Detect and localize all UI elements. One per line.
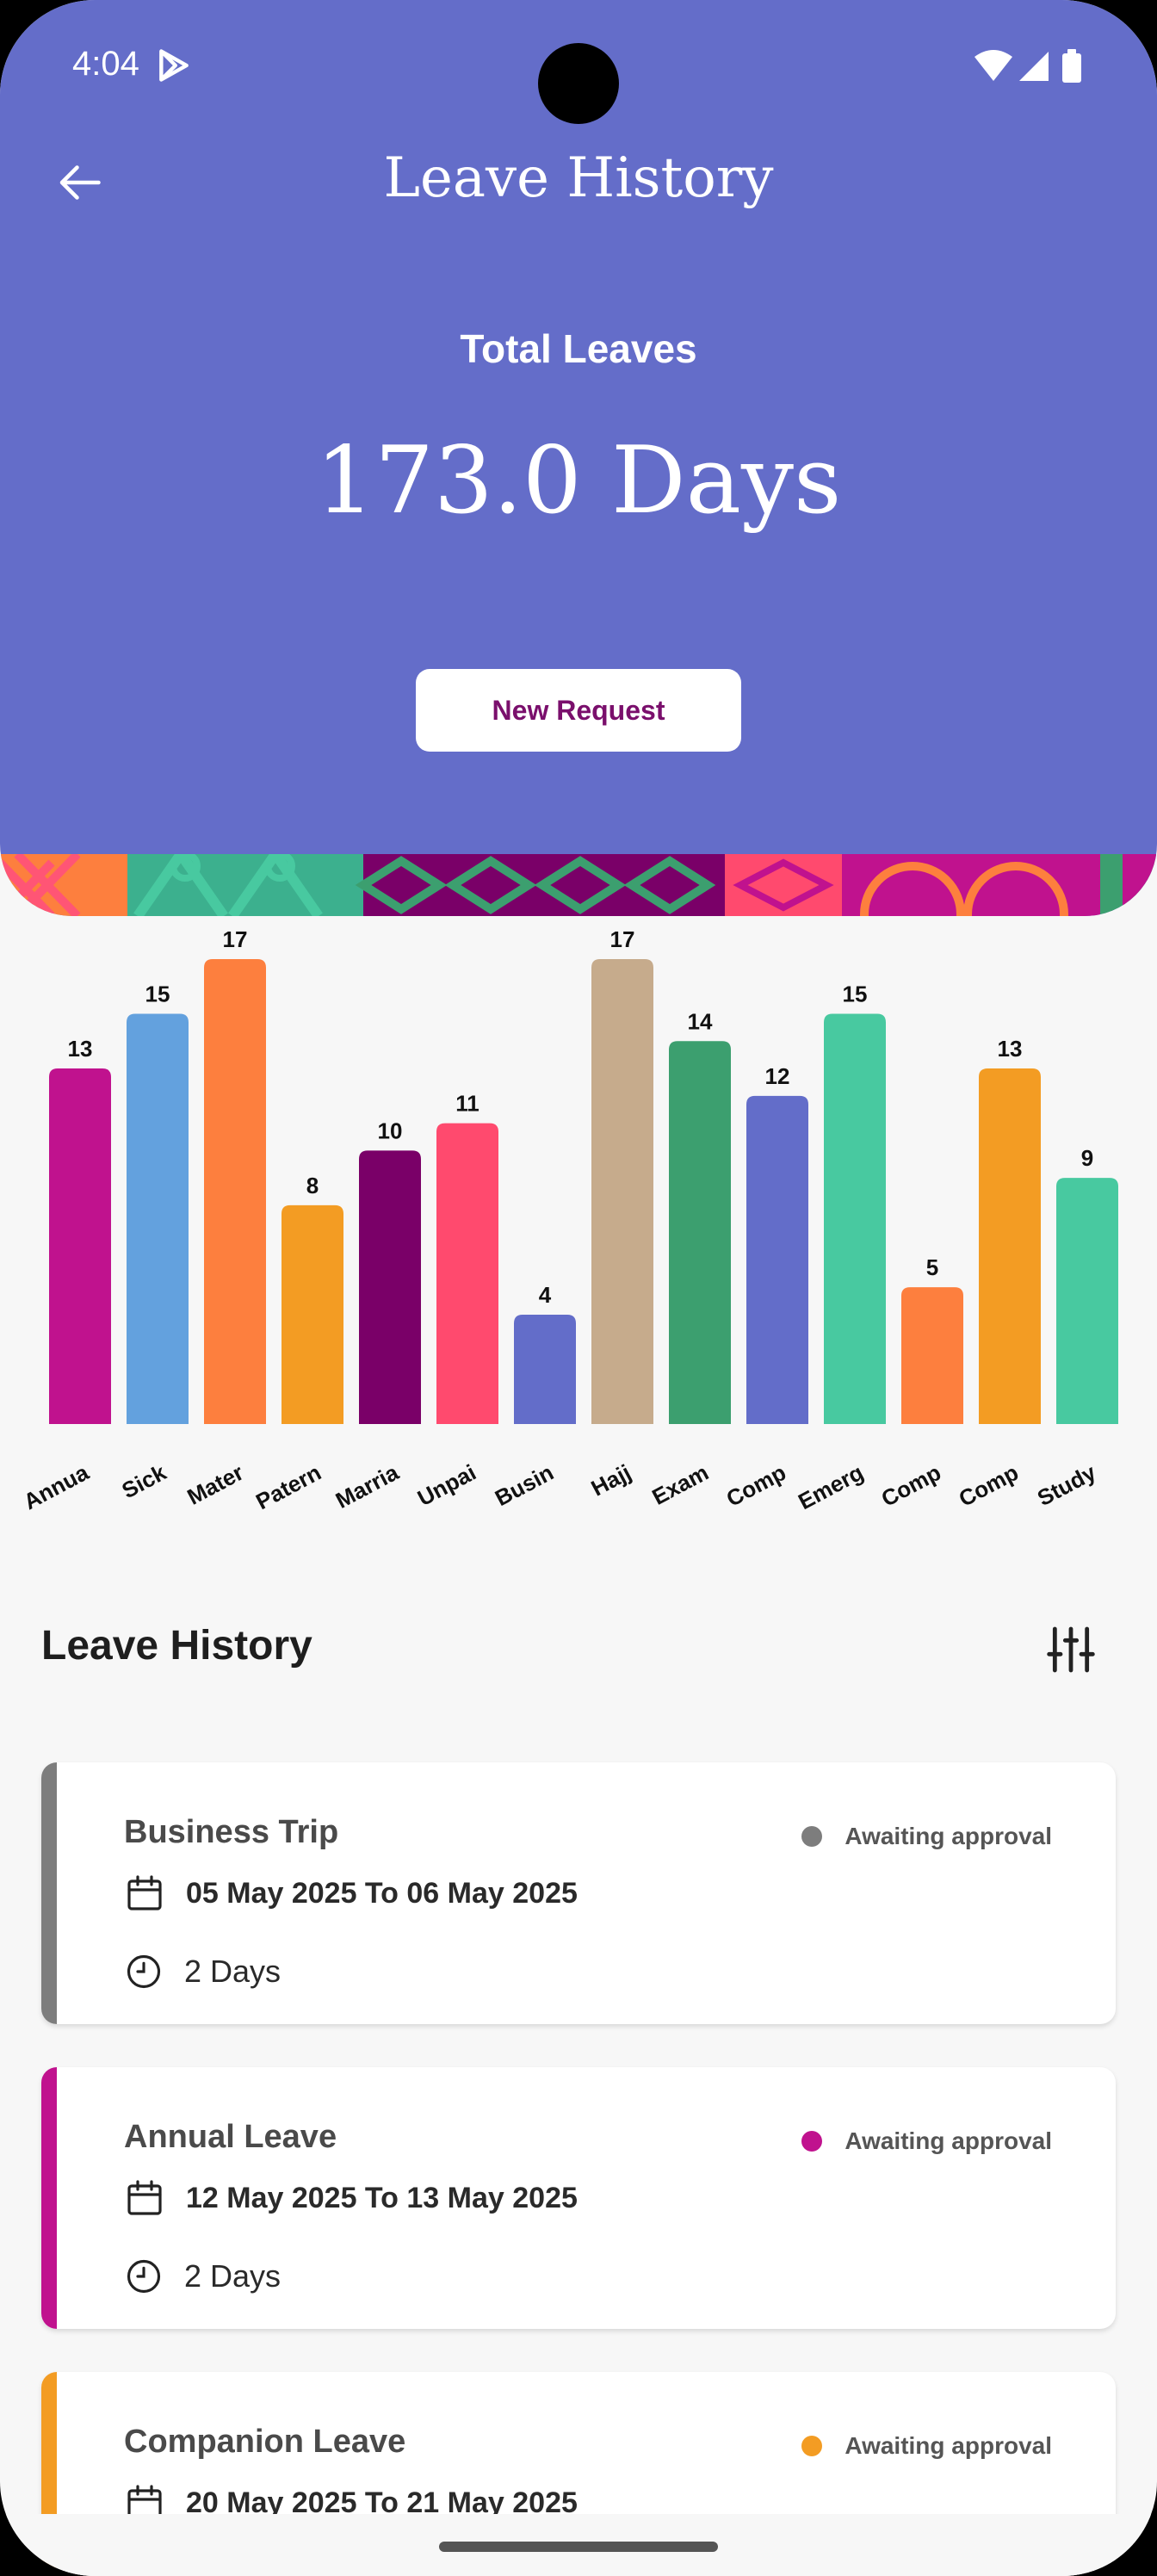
home-indicator[interactable] bbox=[439, 2542, 718, 2552]
calendar-icon bbox=[127, 2180, 162, 2215]
bar-sick bbox=[127, 1013, 189, 1424]
bar-study bbox=[1056, 1178, 1118, 1424]
filter-sliders-icon bbox=[1047, 1626, 1095, 1673]
status-dot bbox=[801, 1826, 823, 1847]
duration: 2 Days bbox=[126, 2258, 281, 2294]
clock-icon bbox=[127, 1954, 161, 1989]
play-store-icon bbox=[159, 49, 189, 82]
bar-value-label: 8 bbox=[306, 1173, 319, 1198]
bar-emerg bbox=[824, 1013, 886, 1424]
category-label: Exam bbox=[647, 1459, 712, 1510]
date-range: 05 May 2025 To 06 May 2025 bbox=[124, 1873, 578, 1914]
signal-icon bbox=[1019, 52, 1049, 81]
phone-screen: 4:04 Leave History Total Leaves 173.0 Da… bbox=[0, 0, 1157, 2576]
bar-mater bbox=[204, 959, 266, 1424]
category-label: Mater bbox=[183, 1459, 247, 1510]
status-dot bbox=[801, 2131, 823, 2152]
leave-type-title: Business Trip bbox=[124, 1814, 339, 1850]
duration-text: 2 Days bbox=[184, 2258, 282, 2294]
leave-type-title: Companion Leave bbox=[124, 2424, 406, 2460]
bar-value-label: 5 bbox=[926, 1254, 938, 1280]
card-accent-bar bbox=[41, 2067, 57, 2329]
calendar-icon bbox=[127, 1875, 162, 1910]
bar-value-label: 11 bbox=[455, 1091, 480, 1117]
status-time: 4:04 bbox=[72, 45, 139, 83]
bar-patern bbox=[282, 1204, 343, 1424]
status-icons bbox=[974, 49, 1081, 83]
leave-card[interactable]: Annual Leave Awaiting approval 12 May 20… bbox=[41, 2067, 1116, 2329]
leave-card[interactable]: Business Trip Awaiting approval 05 May 2… bbox=[41, 1762, 1116, 2024]
bar-comp bbox=[746, 1095, 808, 1424]
bar-unpai bbox=[436, 1123, 498, 1424]
date-range: 12 May 2025 To 13 May 2025 bbox=[124, 2177, 578, 2219]
bar-annua bbox=[49, 1068, 111, 1424]
decorative-pattern-strip bbox=[0, 854, 1157, 916]
category-label: Unpai bbox=[413, 1459, 480, 1511]
card-accent-bar bbox=[41, 1762, 57, 2024]
bar-value-label: 17 bbox=[223, 930, 248, 952]
bar-value-label: 15 bbox=[145, 981, 170, 1007]
bar-marria bbox=[359, 1150, 421, 1424]
camera-cutout bbox=[538, 43, 619, 124]
category-label: Study bbox=[1033, 1459, 1100, 1512]
category-label: Patern bbox=[251, 1459, 325, 1514]
bar-value-label: 12 bbox=[765, 1063, 790, 1089]
header: 4:04 Leave History Total Leaves 173.0 Da… bbox=[0, 0, 1157, 916]
bar-busin bbox=[514, 1314, 576, 1424]
clock-icon bbox=[127, 2259, 161, 2294]
bar-exam bbox=[669, 1041, 731, 1424]
category-label: Comp bbox=[955, 1459, 1023, 1512]
bar-value-label: 13 bbox=[68, 1036, 93, 1062]
bar-comp bbox=[901, 1287, 963, 1424]
category-label: Hajj bbox=[587, 1459, 635, 1502]
status-badge: Awaiting approval bbox=[801, 1823, 1052, 1850]
bar-value-label: 10 bbox=[378, 1118, 403, 1143]
status-badge: Awaiting approval bbox=[801, 2127, 1052, 2155]
total-leaves-value: 173.0 Days bbox=[315, 427, 842, 535]
bar-value-label: 14 bbox=[688, 1008, 713, 1034]
battery-icon bbox=[1062, 49, 1081, 83]
bar-hajj bbox=[591, 959, 653, 1424]
total-leaves-label: Total Leaves bbox=[460, 326, 697, 371]
category-label: Emerg bbox=[794, 1459, 868, 1514]
status-text: Awaiting approval bbox=[845, 1823, 1052, 1849]
bar-value-label: 17 bbox=[610, 930, 635, 952]
category-label: Annua bbox=[19, 1459, 93, 1515]
bar-value-label: 13 bbox=[998, 1036, 1023, 1062]
leave-type-bar-chart: 13 Annua 15 Sick 17 Mater 8 Patern 10 Marria 11 Unp… bbox=[0, 930, 1157, 1533]
bar-value-label: 9 bbox=[1081, 1145, 1093, 1171]
date-range-text: 05 May 2025 To 06 May 2025 bbox=[186, 1876, 578, 1910]
filter-button[interactable] bbox=[1042, 1620, 1100, 1679]
leave-history-heading: Leave History bbox=[41, 1623, 312, 1669]
page-title: Leave History bbox=[383, 146, 774, 210]
status-bar: 4:04 bbox=[0, 0, 1157, 138]
category-label: Marria bbox=[331, 1459, 403, 1514]
status-text: Awaiting approval bbox=[845, 2127, 1052, 2154]
duration-text: 2 Days bbox=[184, 1954, 282, 1989]
category-label: Comp bbox=[877, 1459, 945, 1512]
wifi-icon bbox=[974, 50, 1012, 81]
duration: 2 Days bbox=[126, 1954, 281, 1990]
status-badge: Awaiting approval bbox=[801, 2432, 1052, 2460]
new-request-button[interactable]: New Request bbox=[416, 669, 741, 752]
date-range-text: 12 May 2025 To 13 May 2025 bbox=[186, 2181, 578, 2214]
category-label: Busin bbox=[491, 1459, 558, 1511]
bar-comp bbox=[979, 1068, 1041, 1424]
status-text: Awaiting approval bbox=[845, 2432, 1052, 2459]
bar-value-label: 15 bbox=[843, 981, 868, 1007]
status-dot bbox=[801, 2436, 823, 2456]
bar-value-label: 4 bbox=[539, 1282, 552, 1308]
leave-type-title: Annual Leave bbox=[124, 2119, 337, 2155]
category-label: Sick bbox=[117, 1459, 170, 1504]
category-label: Comp bbox=[722, 1459, 790, 1512]
